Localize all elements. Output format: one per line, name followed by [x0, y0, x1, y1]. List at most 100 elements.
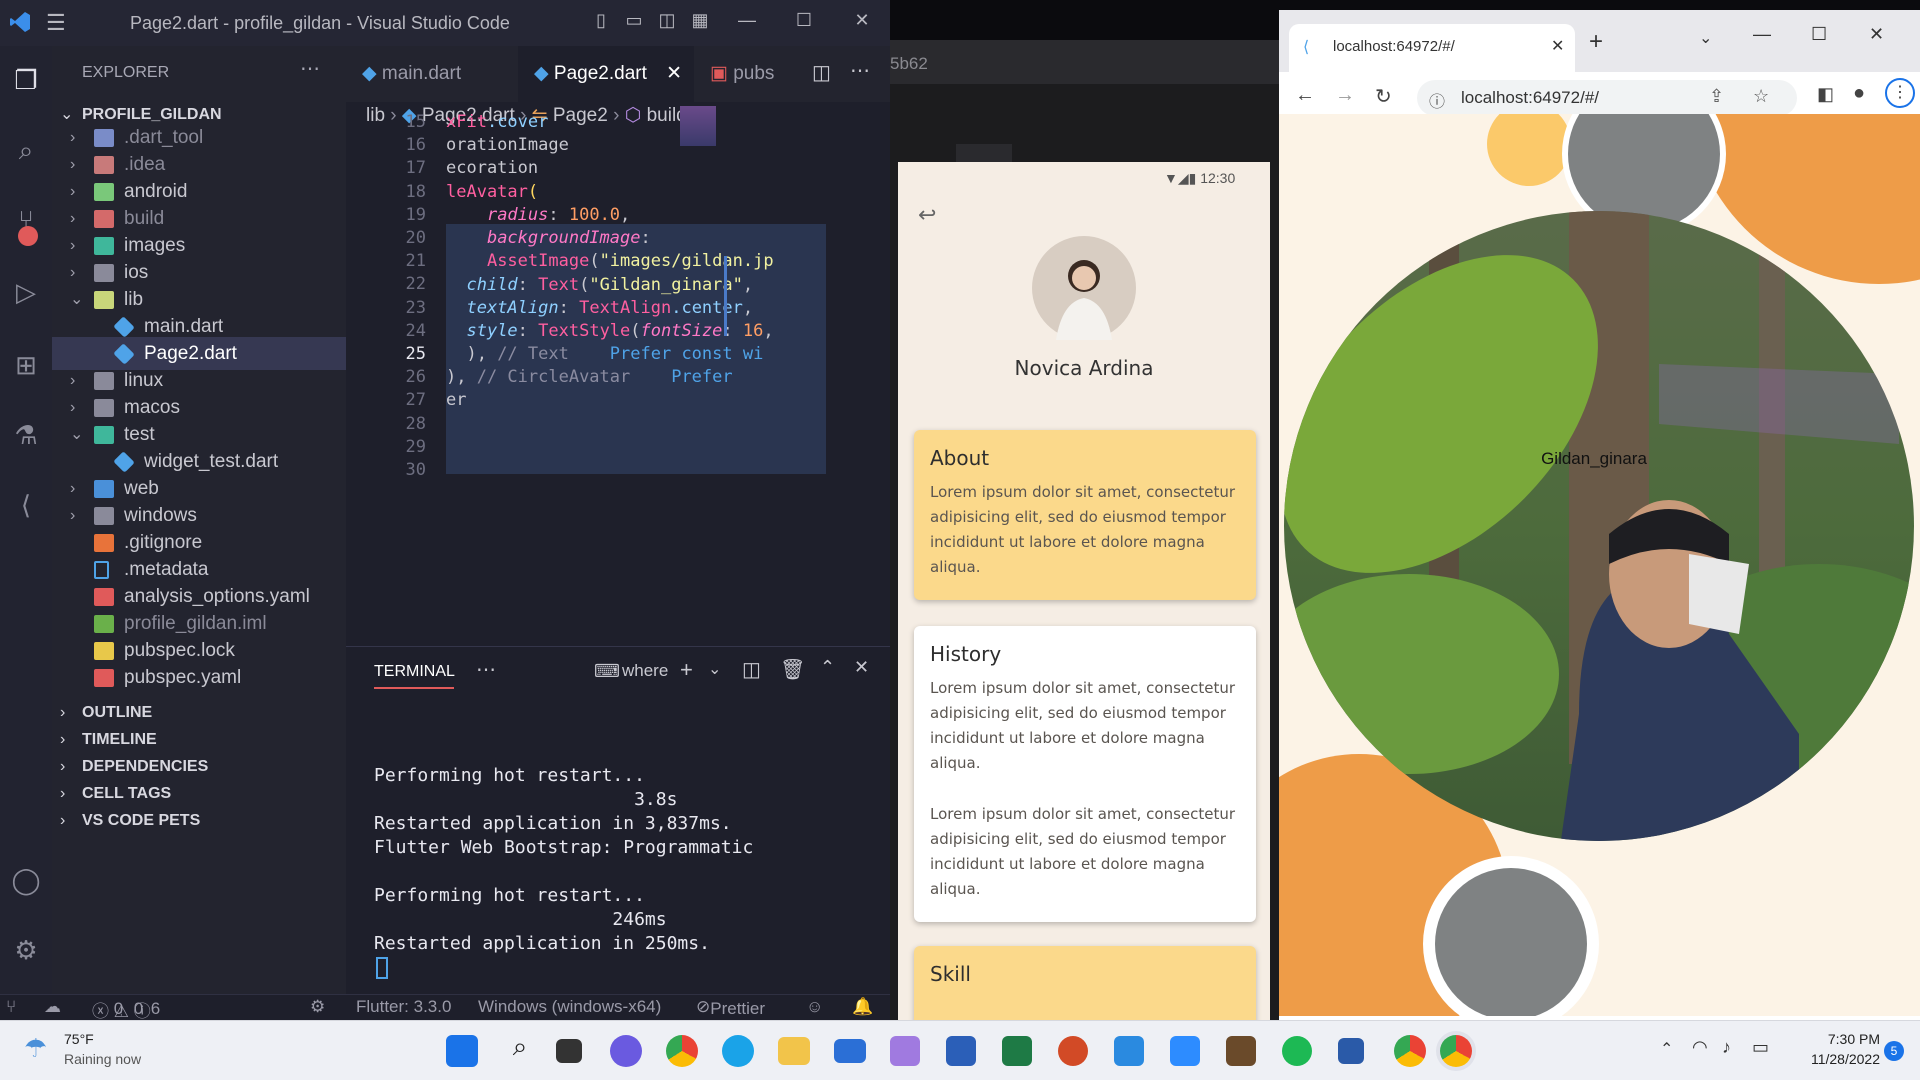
chrome-maximize-button[interactable]: ☐ [1811, 24, 1827, 45]
windows-taskbar: ☂ 75°F Raining now ⌕ ⌃ ◠ ♪ ▭ 7:30 PM 11/… [0, 1020, 1920, 1080]
feedback-icon[interactable]: ☺ [806, 997, 823, 1017]
clock-date[interactable]: 11/28/2022 [1790, 1051, 1880, 1067]
terminal-dropdown-icon[interactable]: ⌄ [708, 659, 721, 679]
close-tab-icon[interactable]: ✕ [1551, 36, 1564, 56]
address-bar[interactable]: ⓘ localhost:64972/#/ ⇪ ☆ [1417, 80, 1797, 116]
weather-desc[interactable]: Raining now [64, 1051, 141, 1067]
site-info-icon[interactable]: ⓘ [1429, 88, 1445, 112]
chrome-taskbar-icon[interactable] [666, 1035, 698, 1067]
tab-search-icon[interactable]: ⌄ [1699, 28, 1712, 48]
flutter-icon[interactable]: ⟨ [0, 481, 52, 529]
game-icon[interactable] [1226, 1036, 1256, 1066]
editor-more-icon[interactable]: ⋯ [850, 58, 870, 83]
teams-chat-icon[interactable] [610, 1035, 642, 1067]
split-editor-icon[interactable]: ◫ [812, 60, 831, 85]
kill-terminal-icon[interactable]: 🗑 [780, 657, 805, 682]
start-button[interactable] [446, 1035, 478, 1067]
toggle-secondary-sidebar-icon[interactable]: ◫ [653, 10, 681, 31]
split-terminal-icon[interactable]: ◫ [742, 657, 761, 682]
settings-gear-icon[interactable]: ⚙ [0, 926, 52, 974]
close-button[interactable]: ✕ [848, 10, 876, 31]
share-icon[interactable]: ⇪ [1709, 86, 1724, 107]
browser-tab[interactable]: ⟨ localhost:64972/#/ ✕ [1289, 24, 1575, 72]
terminal-shell-icon[interactable]: ⌨ [594, 661, 620, 682]
close-tab-icon[interactable]: ✕ [666, 46, 682, 102]
more-actions-icon[interactable]: ⋯ [300, 56, 320, 81]
new-terminal-icon[interactable]: + [680, 657, 693, 683]
problems-indicator[interactable]: ⓧ 0 ⚠ 0 ⓘ 6 [92, 997, 160, 1020]
search-icon[interactable]: ⌕ [0, 126, 52, 174]
branch-icon[interactable]: ⑂ [6, 997, 16, 1017]
testing-icon[interactable]: ⚗ [0, 411, 52, 459]
chrome-profile-icon[interactable] [1394, 1035, 1426, 1067]
notification-badge[interactable]: 5 [1884, 1041, 1904, 1061]
word-icon[interactable] [946, 1036, 976, 1066]
menu-icon[interactable]: ☰ [46, 10, 66, 36]
tab-main-dart[interactable]: ◆ main.dart [346, 46, 518, 102]
file-explorer-icon[interactable] [778, 1037, 810, 1065]
terminal-shell-name[interactable]: where [622, 661, 668, 681]
chevron-right-icon[interactable]: › [60, 804, 65, 837]
back-arrow-icon[interactable]: ↩ [918, 202, 936, 228]
device-selector[interactable]: Windows (windows-x64) [478, 997, 661, 1017]
wifi-icon[interactable]: ◠ [1692, 1037, 1708, 1058]
search-taskbar-icon[interactable]: ⌕ [500, 1031, 540, 1071]
tray-chevron-icon[interactable]: ⌃ [1660, 1039, 1673, 1059]
weather-icon[interactable]: ☂ [24, 1033, 47, 1064]
extensions-icon[interactable]: ⊞ [0, 341, 52, 389]
weather-temp[interactable]: 75°F [64, 1031, 94, 1047]
tree-item[interactable]: pubspec.yaml [52, 661, 346, 694]
powerpoint-icon[interactable] [1058, 1036, 1088, 1066]
minimize-button[interactable]: — [733, 10, 761, 31]
sync-icon[interactable]: ⚙ [310, 997, 325, 1017]
new-tab-icon[interactable]: + [1589, 28, 1603, 56]
task-view-icon[interactable] [556, 1039, 582, 1063]
maximize-panel-icon[interactable]: ⌃ [820, 657, 835, 678]
url-text[interactable]: localhost:64972/#/ [1461, 88, 1599, 108]
reload-icon[interactable]: ↻ [1375, 84, 1392, 109]
forward-icon[interactable]: → [1335, 84, 1355, 107]
bookmark-star-icon[interactable]: ☆ [1753, 86, 1769, 107]
chrome-minimize-button[interactable]: — [1753, 24, 1771, 45]
terminal-tab[interactable]: TERMINAL [374, 663, 455, 681]
flutter-version[interactable]: Flutter: 3.3.0 [356, 997, 451, 1017]
terminal-line: 3.8s [374, 789, 678, 810]
sidebar-section[interactable]: › VS CODE PETS [52, 804, 346, 837]
battery-icon[interactable]: ▭ [1752, 1037, 1769, 1058]
customize-layout-icon[interactable]: ▦ [686, 10, 714, 31]
notifications-icon[interactable]: 🔔 [852, 997, 873, 1017]
clock-time[interactable]: 7:30 PM [1790, 1031, 1880, 1047]
close-panel-icon[interactable]: ✕ [854, 657, 869, 678]
excel-icon[interactable] [1002, 1036, 1032, 1066]
edge-icon[interactable] [722, 1035, 754, 1067]
chrome-active-icon[interactable] [1440, 1035, 1472, 1067]
vscode-taskbar-icon[interactable] [1114, 1036, 1144, 1066]
toggle-panel-icon[interactable]: ▭ [620, 10, 648, 31]
run-debug-icon[interactable]: ▷ [0, 268, 52, 316]
prettier-status[interactable]: ⊘ Prettier [696, 997, 765, 1018]
account-icon[interactable]: ◯ [0, 856, 52, 904]
tab-page2-dart[interactable]: ◆ Page2.dart ✕ [518, 46, 694, 102]
spotify-icon[interactable] [1282, 1036, 1312, 1066]
back-icon[interactable]: ← [1295, 84, 1315, 107]
panel-more-icon[interactable]: ⋯ [476, 657, 496, 682]
side-panel-icon[interactable]: ◧ [1817, 84, 1834, 105]
vscode-window: ☰ Page2.dart - profile_gildan - Visual S… [0, 0, 890, 1020]
zoom-icon[interactable] [1170, 1036, 1200, 1066]
chrome-close-button[interactable]: ✕ [1869, 24, 1884, 45]
profile-icon[interactable]: ● [1853, 82, 1865, 105]
volume-icon[interactable]: ♪ [1722, 1037, 1731, 1058]
remote-icon[interactable]: ☁ [44, 997, 61, 1017]
breadcrumb-class[interactable]: Page2 [553, 105, 608, 126]
chrome-menu-icon[interactable]: ⋮ [1885, 78, 1915, 108]
mail-icon[interactable] [834, 1039, 866, 1063]
scrollbar[interactable] [724, 256, 727, 336]
explorer-icon[interactable]: ❐ [0, 56, 52, 104]
toggle-sidebar-icon[interactable]: ▯ [587, 10, 615, 31]
tab-pubspec[interactable]: ▣ pubs [694, 46, 784, 102]
app-icon[interactable] [1338, 1038, 1364, 1064]
photos-icon[interactable] [890, 1036, 920, 1066]
line-number: 22 [405, 274, 426, 295]
maximize-button[interactable]: ☐ [790, 10, 818, 31]
minimap[interactable] [680, 106, 716, 146]
